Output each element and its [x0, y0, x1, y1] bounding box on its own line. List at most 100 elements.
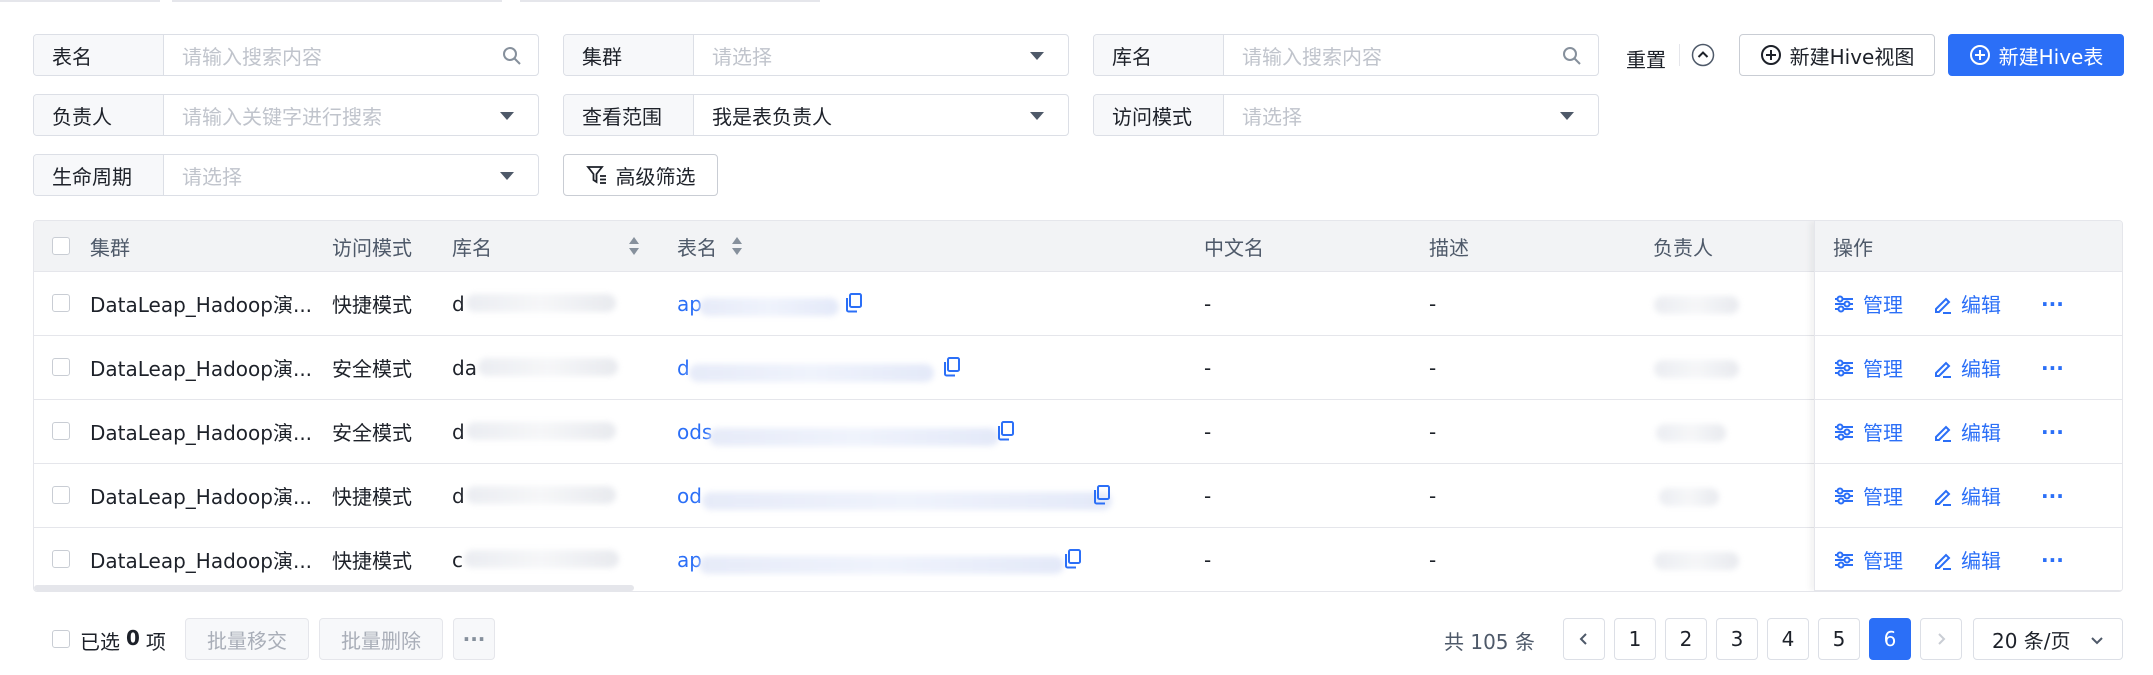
- advanced-filter-button[interactable]: 高级筛选: [563, 154, 718, 196]
- copy-icon[interactable]: [1063, 548, 1083, 574]
- cell-access-mode: 安全模式: [332, 421, 412, 445]
- edit-icon: [1935, 425, 1951, 442]
- col-ops-label: 操作: [1833, 235, 1873, 260]
- more-icon[interactable]: ···: [2041, 272, 2064, 335]
- redacted-db: [478, 358, 618, 376]
- ops-cell: 管理 编辑 ···: [1815, 399, 2122, 463]
- edit-label: 编辑: [1961, 485, 2001, 509]
- new-hive-view-button[interactable]: 新建Hive视图: [1739, 34, 1935, 76]
- copy-icon[interactable]: [942, 356, 962, 382]
- sliders-icon: [1835, 359, 1853, 376]
- select-all-checkbox[interactable]: [52, 237, 70, 255]
- caret-down-icon: [500, 112, 514, 120]
- batch-delete-button[interactable]: 批量删除: [319, 618, 443, 660]
- table-name-input[interactable]: 请输入搜索内容: [164, 35, 538, 75]
- col-db: 库名: [452, 235, 492, 260]
- manage-label: 管理: [1863, 293, 1903, 317]
- edit-label: 编辑: [1961, 549, 2001, 573]
- search-icon[interactable]: [502, 46, 522, 70]
- page-5[interactable]: 5: [1818, 618, 1860, 660]
- cell-cluster: DataLeap_Hadoop演...: [90, 549, 313, 573]
- edit-action[interactable]: 编辑: [1933, 464, 2001, 527]
- access-mode-filter: 访问模式 请选择: [1093, 94, 1599, 136]
- page-6-current[interactable]: 6: [1869, 618, 1911, 660]
- edit-icon: [1935, 489, 1951, 506]
- cell-cn-name: -: [1204, 547, 1212, 572]
- search-icon[interactable]: [1562, 46, 1582, 70]
- col-desc: 描述: [1429, 235, 1469, 260]
- more-icon[interactable]: ···: [2041, 336, 2064, 399]
- new-hive-view-label: 新建Hive视图: [1789, 44, 1915, 69]
- new-hive-table-button[interactable]: 新建Hive表: [1948, 34, 2124, 76]
- chevron-left-icon: [1579, 633, 1587, 645]
- manage-action[interactable]: 管理: [1833, 400, 1903, 463]
- row-checkbox[interactable]: [52, 358, 70, 376]
- cell-table-link[interactable]: ods: [677, 400, 712, 463]
- row-checkbox[interactable]: [52, 422, 70, 440]
- caret-down-icon: [1030, 112, 1044, 120]
- row-checkbox[interactable]: [52, 550, 70, 568]
- collapse-up-icon[interactable]: [1691, 43, 1715, 71]
- redacted-table: [699, 298, 839, 316]
- edit-action[interactable]: 编辑: [1933, 528, 2001, 591]
- cell-db: c: [452, 547, 463, 572]
- manage-action[interactable]: 管理: [1833, 272, 1903, 335]
- cell-table-link[interactable]: ap: [677, 528, 702, 591]
- page-3[interactable]: 3: [1716, 618, 1758, 660]
- access-mode-select[interactable]: 请选择: [1224, 95, 1598, 135]
- horizontal-scrollbar[interactable]: [34, 585, 634, 591]
- cluster-select[interactable]: 请选择: [694, 35, 1068, 75]
- redacted-db: [466, 294, 616, 312]
- ops-column: 操作 管理 编辑 ··· 管理 编辑 ··· 管理 编辑 ··· 管理 编辑 ·…: [1814, 221, 2122, 591]
- cell-cluster: DataLeap_Hadoop演...: [90, 485, 313, 509]
- manage-label: 管理: [1863, 485, 1903, 509]
- cell-table-link[interactable]: ap: [677, 272, 702, 335]
- table-row: DataLeap_Hadoop演... 快捷模式 d ap - -: [34, 271, 2122, 335]
- owner-select[interactable]: 请输入关键字进行搜索: [164, 95, 538, 135]
- scope-select[interactable]: 我是表负责人: [694, 95, 1068, 135]
- page-2[interactable]: 2: [1665, 618, 1707, 660]
- copy-icon[interactable]: [996, 420, 1016, 446]
- manage-action[interactable]: 管理: [1833, 528, 1903, 591]
- more-icon[interactable]: ···: [2041, 464, 2064, 527]
- scope-filter: 查看范围 我是表负责人: [563, 94, 1069, 136]
- col-access-mode: 访问模式: [332, 235, 412, 260]
- footer-select-checkbox[interactable]: [52, 630, 70, 648]
- redacted-table: [709, 428, 999, 446]
- caret-down-icon: [1030, 52, 1044, 60]
- sort-icon[interactable]: [730, 235, 744, 261]
- cell-cn-name: -: [1204, 483, 1212, 508]
- batch-transfer-button[interactable]: 批量移交: [185, 618, 309, 660]
- cell-table-link[interactable]: od: [677, 464, 702, 527]
- manage-action[interactable]: 管理: [1833, 336, 1903, 399]
- edit-label: 编辑: [1961, 293, 2001, 317]
- page-1[interactable]: 1: [1614, 618, 1656, 660]
- footer-more-icon[interactable]: ···: [453, 618, 495, 660]
- copy-icon[interactable]: [1092, 484, 1112, 510]
- filter-label: 访问模式: [1094, 95, 1224, 135]
- next-page-button[interactable]: [1920, 618, 1962, 660]
- db-name-input[interactable]: 请输入搜索内容: [1224, 35, 1598, 75]
- lifecycle-select[interactable]: 请选择: [164, 155, 538, 195]
- edit-action[interactable]: 编辑: [1933, 272, 2001, 335]
- redacted-owner: [1654, 360, 1739, 378]
- new-hive-table-label: 新建Hive表: [1998, 44, 2104, 69]
- reset-button[interactable]: 重置: [1626, 44, 1666, 73]
- more-icon[interactable]: ···: [2041, 400, 2064, 463]
- page-4[interactable]: 4: [1767, 618, 1809, 660]
- row-checkbox[interactable]: [52, 294, 70, 312]
- copy-icon[interactable]: [844, 292, 864, 318]
- prev-page-button[interactable]: [1563, 618, 1605, 660]
- cell-table-link[interactable]: d: [677, 336, 690, 399]
- edit-action[interactable]: 编辑: [1933, 400, 2001, 463]
- top-tab-strip: [0, 0, 2153, 6]
- sort-icon[interactable]: [627, 235, 641, 261]
- more-icon[interactable]: ···: [2041, 528, 2064, 591]
- manage-action[interactable]: 管理: [1833, 464, 1903, 527]
- row-checkbox[interactable]: [52, 486, 70, 504]
- page-size-select[interactable]: 20 条/页: [1973, 618, 2123, 660]
- selected-prefix: 已选: [80, 630, 120, 654]
- edit-action[interactable]: 编辑: [1933, 336, 2001, 399]
- cell-cluster: DataLeap_Hadoop演...: [90, 357, 313, 381]
- divider: [1679, 44, 1680, 66]
